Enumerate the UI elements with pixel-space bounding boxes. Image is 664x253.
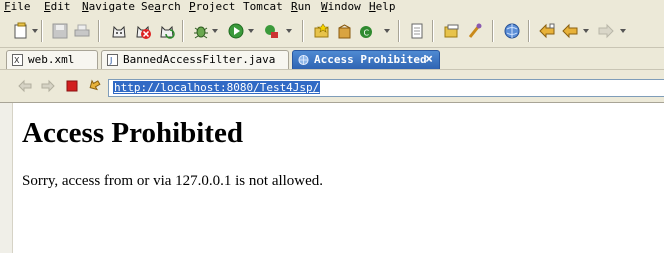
tab-banned-access-filter[interactable]: J BannedAccessFilter.java bbox=[101, 50, 289, 69]
external-tools-dropdown-icon[interactable] bbox=[286, 29, 292, 33]
java-file-icon: J bbox=[107, 54, 118, 66]
tab-label: BannedAccessFilter.java bbox=[123, 53, 276, 66]
toolbar-separator bbox=[182, 20, 184, 42]
page-title: Access Prohibited bbox=[22, 117, 243, 149]
toolbar-separator bbox=[528, 20, 530, 42]
browser-nav-bar: http://localhost:8080/Test4Jsp/ bbox=[0, 70, 664, 103]
xml-file-icon: X bbox=[12, 54, 23, 66]
new-java-project-icon[interactable] bbox=[313, 22, 331, 40]
tab-label: Access Prohibited bbox=[314, 53, 427, 66]
back-dropdown-icon[interactable] bbox=[583, 29, 589, 33]
menu-file[interactable]: File bbox=[4, 0, 31, 14]
menu-run[interactable]: Run bbox=[291, 0, 311, 14]
tab-web-xml[interactable]: X web.xml bbox=[6, 50, 98, 69]
back-icon[interactable] bbox=[18, 79, 32, 93]
new-class-icon[interactable]: C bbox=[358, 22, 376, 40]
toolbar-separator bbox=[492, 20, 494, 42]
print-icon[interactable] bbox=[73, 22, 91, 40]
toolbar-separator bbox=[98, 20, 100, 42]
toolbar-separator bbox=[302, 20, 304, 42]
run-icon[interactable] bbox=[227, 22, 245, 40]
tomcat-start-icon[interactable] bbox=[110, 22, 128, 40]
new-class-dropdown-icon[interactable] bbox=[384, 29, 390, 33]
svg-text:C: C bbox=[364, 29, 370, 38]
page-message: Sorry, access from or via 127.0.0.1 is n… bbox=[22, 173, 324, 189]
globe-icon bbox=[298, 54, 309, 66]
menu-edit[interactable]: Edit bbox=[44, 0, 71, 14]
debug-dropdown-icon[interactable] bbox=[212, 29, 218, 33]
open-resource-icon[interactable] bbox=[408, 22, 426, 40]
forward-icon[interactable] bbox=[597, 22, 615, 40]
external-tools-icon[interactable] bbox=[262, 22, 280, 40]
left-border bbox=[0, 103, 13, 253]
toolbar-separator bbox=[432, 20, 434, 42]
tab-access-prohibited[interactable]: Access Prohibited × bbox=[292, 50, 440, 69]
menu-bar: File Edit Navigate Search Project Tomcat… bbox=[0, 0, 664, 14]
refresh-icon[interactable] bbox=[88, 79, 102, 93]
forward-icon[interactable] bbox=[41, 79, 55, 93]
debug-icon[interactable] bbox=[192, 22, 210, 40]
toolbar: C bbox=[0, 14, 664, 48]
forward-dropdown-icon[interactable] bbox=[620, 29, 626, 33]
new-dropdown-icon[interactable] bbox=[32, 29, 38, 33]
menu-project[interactable]: Project bbox=[189, 0, 235, 14]
search-icon[interactable] bbox=[466, 22, 484, 40]
new-icon[interactable] bbox=[12, 22, 30, 40]
menu-navigate[interactable]: Navigate bbox=[82, 0, 135, 14]
back-icon[interactable] bbox=[561, 22, 579, 40]
toolbar-separator bbox=[41, 20, 43, 42]
menu-tomcat[interactable]: Tomcat bbox=[243, 0, 283, 14]
toolbar-separator bbox=[398, 20, 400, 42]
open-type-icon[interactable] bbox=[443, 22, 461, 40]
tomcat-stop-icon[interactable] bbox=[134, 22, 152, 40]
save-icon[interactable] bbox=[51, 22, 69, 40]
url-text: http://localhost:8080/Test4Jsp/ bbox=[113, 81, 321, 94]
menu-window[interactable]: Window bbox=[321, 0, 361, 14]
stop-icon[interactable] bbox=[65, 79, 79, 93]
close-icon[interactable]: × bbox=[425, 51, 433, 69]
svg-text:J: J bbox=[109, 56, 112, 65]
last-edit-icon[interactable] bbox=[538, 22, 556, 40]
menu-search[interactable]: Search bbox=[141, 0, 181, 14]
editor-tabs: X web.xml J BannedAccessFilter.java Acce… bbox=[0, 48, 664, 70]
run-dropdown-icon[interactable] bbox=[248, 29, 254, 33]
new-package-icon[interactable] bbox=[336, 22, 354, 40]
browser-content: Access Prohibited Sorry, access from or … bbox=[0, 103, 664, 253]
svg-text:X: X bbox=[14, 56, 20, 65]
tomcat-restart-icon[interactable] bbox=[158, 22, 176, 40]
tab-label: web.xml bbox=[28, 53, 75, 66]
web-browser-icon[interactable] bbox=[503, 22, 521, 40]
menu-help[interactable]: Help bbox=[369, 0, 396, 14]
url-input[interactable]: http://localhost:8080/Test4Jsp/ bbox=[108, 79, 664, 97]
